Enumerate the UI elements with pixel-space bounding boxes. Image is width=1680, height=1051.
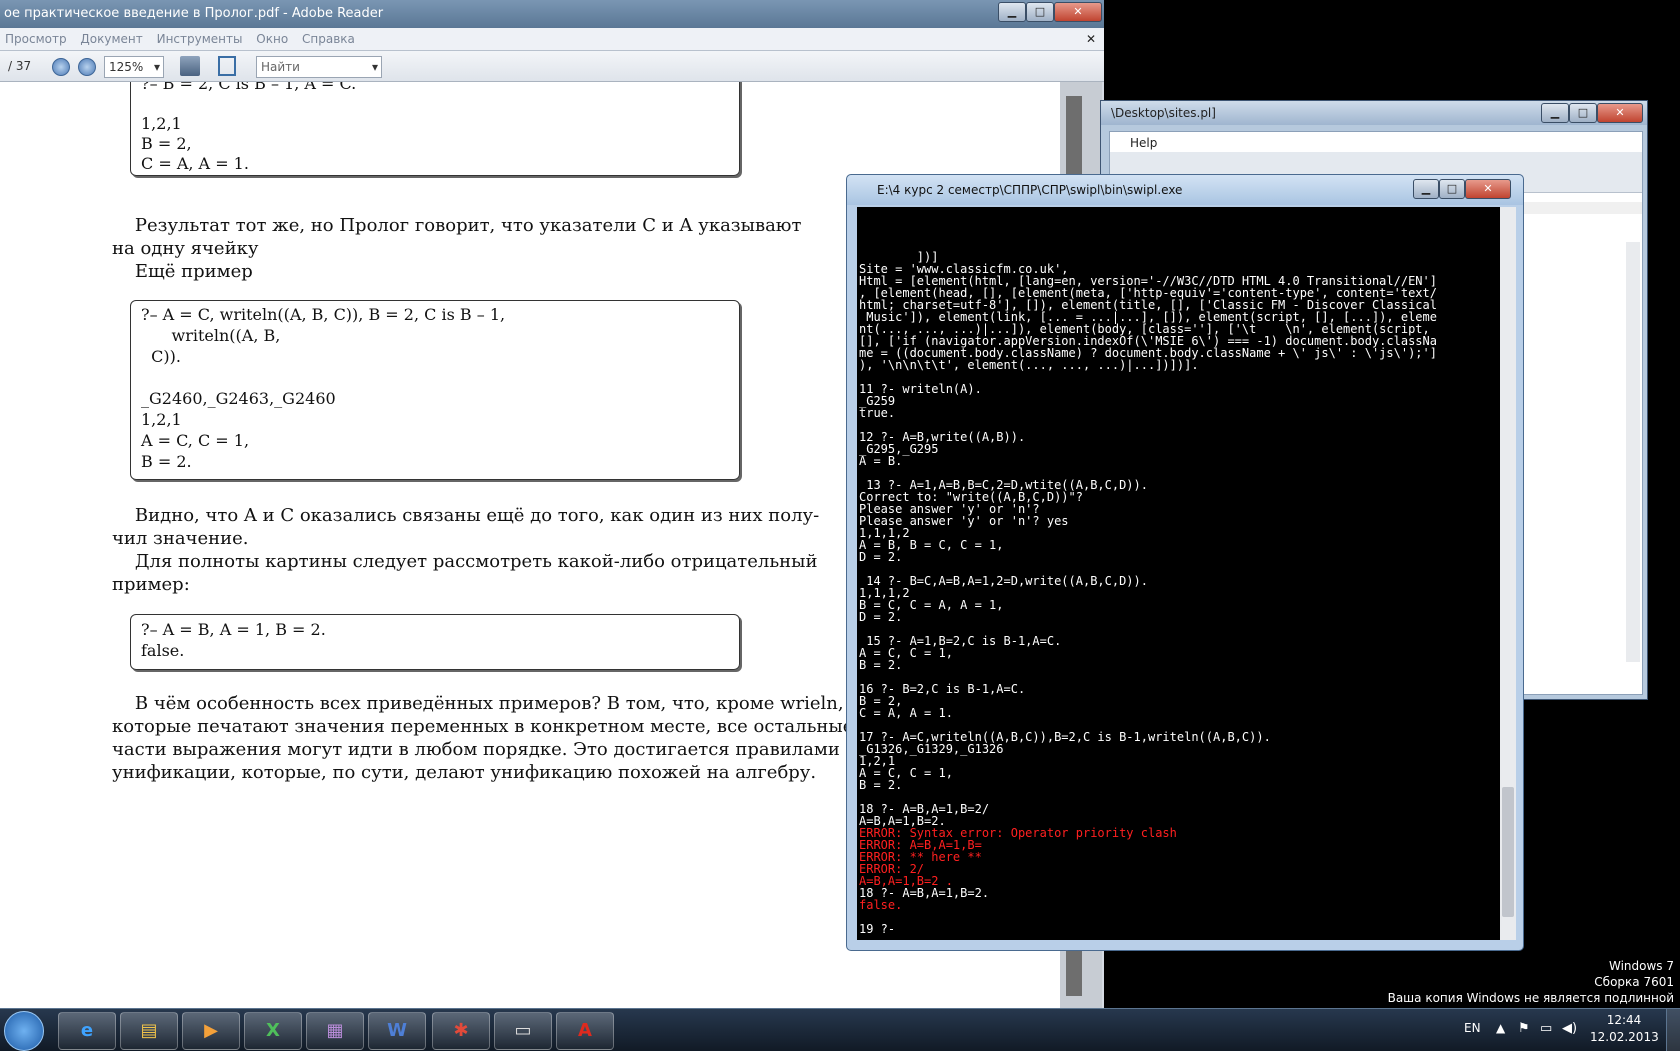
find-placeholder: Найти — [261, 60, 300, 74]
close-document-icon[interactable]: ✕ — [1086, 28, 1096, 50]
minimize-button[interactable]: ▁ — [1541, 103, 1569, 123]
code-box-2: ?– A = C, writeln((A, B, C)), B = 2, C i… — [130, 300, 740, 480]
console-line: D = 2. — [859, 610, 903, 624]
word-icon[interactable]: W — [368, 1012, 426, 1050]
code-line: C = A, A = 1. — [141, 154, 249, 173]
background-scrollbar[interactable] — [1626, 242, 1640, 662]
console-title: E:\4 курс 2 семестр\СППР\СПР\swipl\bin\s… — [877, 183, 1183, 197]
adobe-reader-icon[interactable]: A — [556, 1012, 614, 1050]
paragraph-line: чил значение. — [112, 528, 249, 549]
app-icon[interactable]: ✱ — [432, 1012, 490, 1050]
paragraph-line: на одну ячейку — [112, 238, 259, 259]
code-line: C)). — [141, 347, 181, 366]
language-indicator[interactable]: EN — [1464, 1021, 1481, 1035]
menu-help[interactable]: Help — [1130, 136, 1157, 150]
internet-explorer-icon[interactable]: e — [58, 1012, 116, 1050]
console-line: 19 ?- — [859, 922, 896, 936]
console-line: D = 2. — [859, 550, 903, 564]
menu-view[interactable]: Просмотр — [0, 28, 72, 50]
reader-toolbar: / 37 125% ▾ Найти ▾ — [0, 51, 1104, 82]
code-line: 1,2,1 — [141, 114, 182, 133]
console-line: A = B. — [859, 454, 903, 468]
network-icon[interactable]: ▭ — [1540, 1021, 1552, 1036]
code-line: B = 2, — [141, 134, 192, 153]
code-line: ?– B = 2, C is B – 1, A = C. — [141, 82, 357, 93]
excel-icon[interactable]: X — [244, 1012, 302, 1050]
zoom-value: 125% — [109, 60, 144, 74]
menu-tools[interactable]: Инструменты — [152, 28, 248, 50]
console-line: B = 2. — [859, 658, 903, 672]
watermark-line: Сборка 7601 — [1594, 975, 1674, 989]
code-box-3: ?– A = B, A = 1, B = 2. false. — [130, 614, 740, 670]
action-center-flag-icon[interactable]: ⚑ — [1518, 1021, 1530, 1036]
page-total: / 37 — [8, 59, 32, 73]
swipl-console-window[interactable]: E:\4 курс 2 семестр\СППР\СПР\swipl\bin\s… — [846, 174, 1524, 951]
show-hidden-icons-icon[interactable]: ▲ — [1496, 1021, 1505, 1035]
code-line: B = 2. — [141, 452, 192, 471]
code-line: ?– A = B, A = 1, B = 2. — [141, 620, 326, 639]
clock[interactable]: 12:44 12.02.2013 — [1590, 1012, 1659, 1046]
console-task-icon[interactable]: ▭ — [494, 1012, 552, 1050]
maximize-button[interactable]: □ — [1439, 179, 1465, 199]
paragraph-line: унификации, которые, по сути, делают уни… — [112, 762, 817, 783]
menu-help[interactable]: Справка — [297, 28, 360, 50]
show-desktop-button[interactable] — [1666, 1009, 1680, 1051]
paragraph-line: Результат тот же, но Пролог говорит, что… — [112, 215, 802, 236]
console-scroll-thumb[interactable] — [1502, 787, 1514, 917]
paragraph-line: Для полноты картины следует рассмотреть … — [112, 551, 818, 572]
fit-page-icon[interactable] — [218, 56, 236, 76]
code-line: _G2460,_G2463,_G2460 — [141, 389, 336, 408]
console-title-bar[interactable]: E:\4 курс 2 семестр\СППР\СПР\swipl\bin\s… — [847, 175, 1523, 205]
watermark-line: Ваша копия Windows не является подлинной — [1387, 991, 1674, 1005]
find-input[interactable]: Найти ▾ — [256, 56, 382, 78]
paragraph-line: которые печатают значения переменных в к… — [112, 716, 854, 737]
media-player-icon[interactable]: ▶ — [182, 1012, 240, 1050]
paragraph-line: Ещё пример — [112, 261, 253, 282]
close-button[interactable]: ✕ — [1465, 179, 1511, 199]
console-line: C = A, A = 1. — [859, 706, 953, 720]
code-line: false. — [141, 641, 185, 660]
windows-watermark: Windows 7 Сборка 7601 Ваша копия Windows… — [1388, 958, 1674, 1006]
maximize-button[interactable]: □ — [1569, 103, 1597, 123]
background-window-title-bar[interactable]: \Desktop\sites.pl] ▁ □ ✕ — [1101, 101, 1647, 125]
console-line: true. — [859, 406, 896, 420]
watermark-line: Windows 7 — [1608, 959, 1674, 973]
paragraph-line: пример: — [112, 574, 190, 595]
reader-title: ое практическое введение в Пролог.pdf - … — [4, 6, 384, 21]
close-button[interactable]: ✕ — [1597, 103, 1643, 123]
minimize-button[interactable]: ▁ — [1413, 179, 1439, 199]
clock-time: 12:44 — [1606, 1013, 1642, 1027]
reader-menu-bar: Просмотр Документ Инструменты Окно Справ… — [0, 28, 1104, 51]
console-line: B = 2. — [859, 778, 903, 792]
clock-date: 12.02.2013 — [1590, 1030, 1659, 1044]
reader-title-bar[interactable]: ое практическое введение в Пролог.pdf - … — [0, 0, 1104, 28]
taskbar: e ▤ ▶ X ▦ W ✱ ▭ A EN ▲ ⚑ ▭ ◀) 12:44 12.0… — [0, 1008, 1680, 1051]
code-line: ?– A = C, writeln((A, B, C)), B = 2, C i… — [141, 305, 506, 324]
menu-window[interactable]: Окно — [251, 28, 293, 50]
menu-document[interactable]: Документ — [75, 28, 147, 50]
console-scrollbar[interactable] — [1500, 207, 1516, 940]
code-line: writeln((A, B, — [141, 326, 281, 345]
paragraph-line: Видно, что A и C оказались связаны ещё д… — [112, 505, 820, 526]
code-line: A = C, C = 1, — [141, 431, 250, 450]
volume-icon[interactable]: ◀) — [1562, 1021, 1577, 1036]
console-line: false. — [859, 898, 903, 912]
zoom-in-icon[interactable] — [78, 58, 96, 76]
start-button[interactable] — [4, 1011, 44, 1051]
minimize-button[interactable]: ▁ — [998, 2, 1026, 22]
zoom-out-icon[interactable] — [52, 58, 70, 76]
zoom-input[interactable]: 125% ▾ — [104, 56, 164, 78]
code-line: 1,2,1 — [141, 410, 182, 429]
close-button[interactable]: ✕ — [1054, 2, 1102, 22]
code-box-1: ?– B = 2, C is B – 1, A = C. 1,2,1 B = 2… — [130, 82, 740, 176]
archive-icon[interactable]: ▦ — [306, 1012, 364, 1050]
background-window-title: \Desktop\sites.pl] — [1111, 106, 1216, 120]
paragraph-line: части выражения могут идти в любом поряд… — [112, 739, 840, 760]
console-output[interactable]: ])] Site = 'www.classicfm.co.uk', Html = [… — [857, 207, 1500, 940]
save-icon[interactable] — [180, 56, 200, 76]
console-line: ), '\n\n\t\t', element(..., ..., ...)|..… — [859, 358, 1199, 372]
paragraph-line: В чём особенность всех приведённых приме… — [112, 693, 844, 714]
explorer-folder-icon[interactable]: ▤ — [120, 1012, 178, 1050]
maximize-button[interactable]: □ — [1026, 2, 1054, 22]
